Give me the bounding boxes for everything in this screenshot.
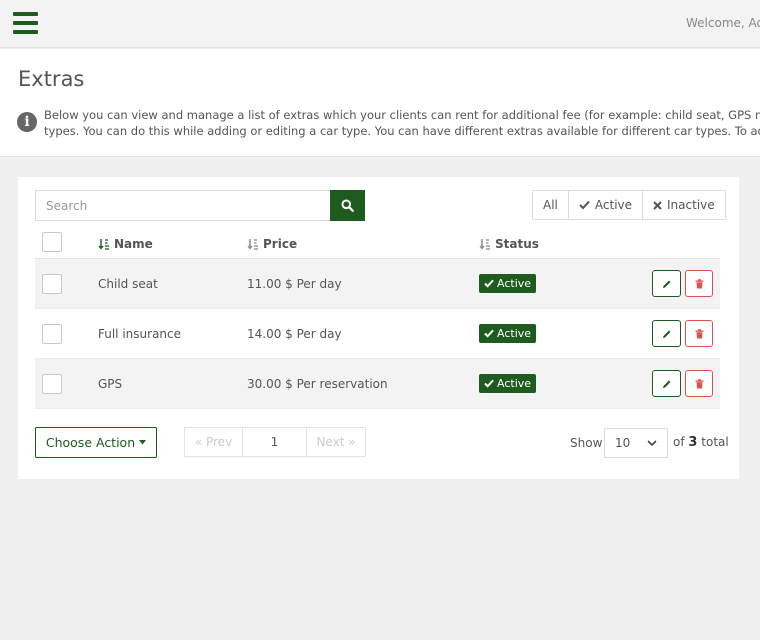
row-price: 14.00 $ Per day [247,327,342,341]
filter-inactive-button[interactable]: Inactive [643,191,725,219]
total-suffix-label: total [701,435,729,449]
select-all-checkbox[interactable] [42,232,62,252]
extras-table: Name Price Status Child seat 11.00 $ Per… [35,229,720,409]
row-price: 30.00 $ Per reservation [247,377,388,391]
info-line-1: Below you can view and manage a list of … [44,108,760,122]
check-icon [484,379,494,388]
menu-icon[interactable] [13,12,38,34]
total-count-value: 3 [688,435,698,450]
page-title: Extras [18,67,85,91]
table-header: Name Price Status [35,229,720,259]
header-panel: Extras i Below you can view and manage a… [0,49,760,157]
total-count: of 3 total [673,435,729,450]
sort-icon [479,239,490,250]
status-badge: Active [479,274,537,293]
column-status-header[interactable]: Status [479,237,539,251]
show-label: Show [570,436,603,450]
pencil-icon [662,330,670,338]
welcome-text: Welcome, Admin [686,16,760,30]
top-bar: Welcome, Admin [0,0,760,48]
status-badge-label: Active [497,277,532,290]
search-button[interactable] [330,190,365,221]
row-name: GPS [98,377,123,391]
info-line-2: types. You can do this while adding or e… [44,124,760,138]
extras-card: All Active Inactive Name Price Status [18,177,739,479]
filter-active-button[interactable]: Active [568,191,644,219]
filter-inactive-label: Inactive [667,198,715,212]
edit-button[interactable] [652,270,681,297]
table-row: Full insurance 14.00 $ Per day Active [35,309,720,359]
search-group [35,190,365,221]
next-page-button[interactable]: Next » [307,428,365,456]
table-row: GPS 30.00 $ Per reservation Active [35,359,720,409]
delete-button[interactable] [685,270,713,297]
prev-page-button[interactable]: « Prev [185,428,243,456]
filter-active-label: Active [594,198,633,212]
column-price-label: Price [263,237,298,251]
row-price: 11.00 $ Per day [247,277,342,291]
total-of-label: of [673,435,685,449]
status-badge: Active [479,324,537,343]
row-name: Child seat [98,277,158,291]
trash-icon [695,278,703,288]
check-icon [579,200,590,210]
page-number-input[interactable] [243,428,307,456]
caret-down-icon [139,440,147,445]
trash-icon [695,328,703,338]
pencil-icon [662,280,670,288]
info-icon: i [17,112,37,132]
status-badge-label: Active [497,327,532,340]
sort-icon [98,239,109,250]
sort-icon [247,239,258,250]
trash-icon [695,378,703,388]
column-price-header[interactable]: Price [247,237,297,251]
delete-button[interactable] [685,370,713,397]
row-checkbox[interactable] [42,324,62,344]
chevron-down-icon [647,439,657,446]
column-name-label: Name [114,237,153,251]
row-checkbox[interactable] [42,274,62,294]
search-icon [341,199,354,212]
row-name: Full insurance [98,327,182,341]
search-input[interactable] [35,190,331,221]
per-page-value: 10 [615,436,631,450]
pencil-icon [662,380,670,388]
column-name-header[interactable]: Name [98,237,153,251]
info-text: Below you can view and manage a list of … [44,107,760,139]
check-icon [484,329,494,338]
pagination: « Prev Next » [184,427,366,457]
status-badge-label: Active [497,377,532,390]
choose-action-label: Choose Action [45,435,136,450]
status-filter: All Active Inactive [532,190,726,220]
row-checkbox[interactable] [42,374,62,394]
edit-button[interactable] [652,320,681,347]
edit-button[interactable] [652,370,681,397]
check-icon [484,279,494,288]
filter-all-button[interactable]: All [533,191,569,219]
choose-action-button[interactable]: Choose Action [35,427,157,458]
delete-button[interactable] [685,320,713,347]
close-icon [653,200,662,210]
per-page-select[interactable]: 10 [604,428,668,458]
column-status-label: Status [495,237,539,251]
filter-all-label: All [543,198,558,212]
table-row: Child seat 11.00 $ Per day Active [35,259,720,309]
status-badge: Active [479,374,537,393]
